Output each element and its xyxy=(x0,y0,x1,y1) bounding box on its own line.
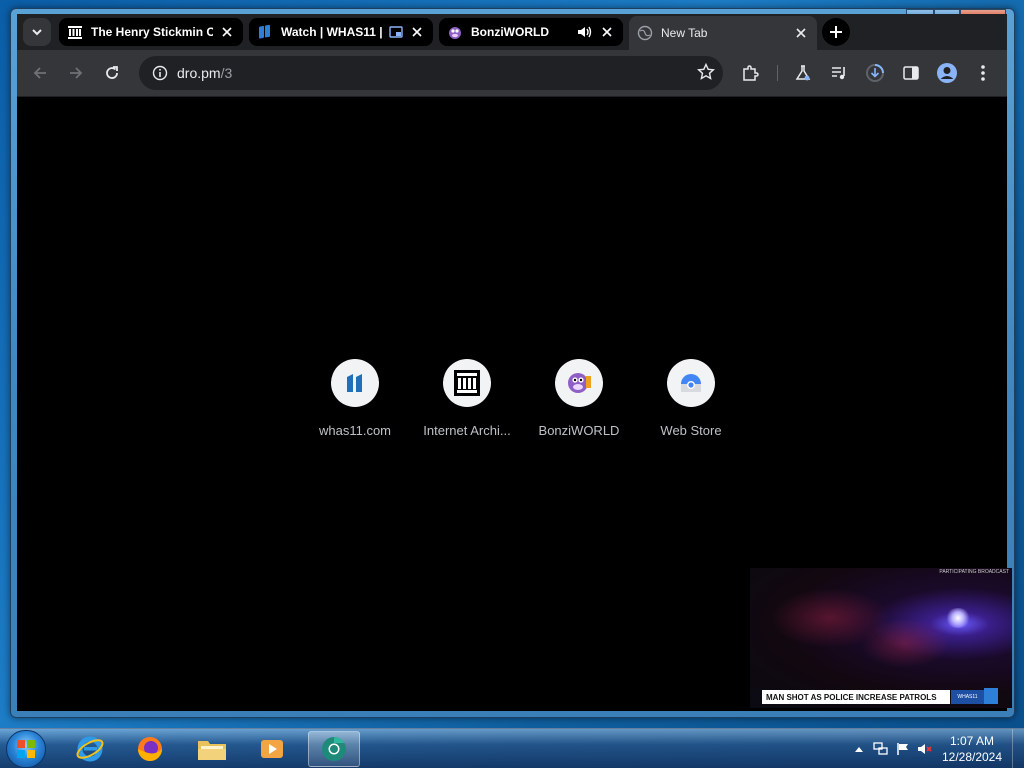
picture-in-picture-icon xyxy=(389,26,403,38)
tab-bonziworld[interactable]: BonziWORLD xyxy=(439,18,623,46)
tab-title: New Tab xyxy=(661,26,708,40)
tab-title: BonziWORLD xyxy=(471,25,549,39)
kebab-menu-icon xyxy=(981,65,985,81)
taskbar-internet-explorer[interactable] xyxy=(64,731,116,767)
taskbar-media-player[interactable] xyxy=(246,731,298,767)
audio-playing-icon[interactable] xyxy=(577,25,593,39)
plus-icon xyxy=(830,26,842,38)
globe-icon xyxy=(637,25,653,41)
extensions-button[interactable] xyxy=(736,59,764,87)
downloads-button[interactable] xyxy=(861,59,889,87)
network-icon[interactable] xyxy=(870,739,892,759)
download-progress-icon xyxy=(866,64,884,82)
action-center-flag-icon[interactable] xyxy=(892,739,914,759)
bonzi-icon xyxy=(447,24,463,40)
show-hidden-icons-icon[interactable] xyxy=(848,739,870,759)
shortcut-label: BonziWORLD xyxy=(538,423,620,438)
new-tab-button[interactable] xyxy=(822,18,850,46)
arrow-right-icon xyxy=(70,67,83,79)
pip-corner-text: PARTICIPATING BROADCAST xyxy=(939,569,1009,575)
video-frame-detail xyxy=(860,618,950,668)
chrome-menu-button[interactable] xyxy=(969,59,997,87)
side-panel-button[interactable] xyxy=(897,59,925,87)
tab-strip: The Henry Stickmin C Watch | WHAS11 | L … xyxy=(17,14,1007,50)
shortcut-label: Internet Archi... xyxy=(423,423,511,438)
whas11-icon xyxy=(331,359,379,407)
close-tab-icon[interactable] xyxy=(409,24,425,40)
archive-columns-icon xyxy=(67,24,83,40)
close-tab-icon[interactable] xyxy=(793,25,809,41)
url-text: dro.pm/3 xyxy=(177,65,232,81)
url-host: dro.pm xyxy=(177,65,221,81)
clock-time: 1:07 AM xyxy=(949,734,995,748)
tab-henry-stickmin[interactable]: The Henry Stickmin C xyxy=(59,18,243,46)
puzzle-icon xyxy=(743,65,759,81)
tab-title: Watch | WHAS11 | L xyxy=(281,25,385,39)
url-path: /3 xyxy=(220,65,233,81)
tab-title: The Henry Stickmin C xyxy=(91,25,213,39)
news-ticker-headline: MAN SHOT AS POLICE INCREASE PATROLS xyxy=(762,690,950,704)
web-store-icon xyxy=(667,359,715,407)
clock[interactable]: 1:07 AM 12/28/2024 xyxy=(936,733,1008,765)
avatar-icon xyxy=(937,63,957,83)
chrome-icon xyxy=(322,737,346,761)
folder-icon xyxy=(198,741,226,760)
taskbar-file-explorer[interactable] xyxy=(186,731,238,767)
bonzi-icon xyxy=(555,359,603,407)
browser-toolbar: dro.pm/3 xyxy=(17,50,1007,96)
arrow-left-icon xyxy=(33,67,46,79)
police-light-glow xyxy=(945,608,971,628)
close-tab-icon[interactable] xyxy=(599,24,615,40)
system-tray: 1:07 AM 12/28/2024 xyxy=(848,729,1024,768)
shortcut-tiles: whas11.com Internet Archi... BonziWORLD … xyxy=(299,359,747,438)
back-button[interactable] xyxy=(26,59,54,87)
media-player-icon xyxy=(261,740,283,758)
picture-in-picture-window[interactable]: PARTICIPATING BROADCAST MAN SHOT AS POLI… xyxy=(750,568,1012,708)
reload-button[interactable] xyxy=(98,59,126,87)
shortcut-whas11[interactable]: whas11.com xyxy=(299,359,411,438)
shortcut-bonziworld[interactable]: BonziWORLD xyxy=(523,359,635,438)
shortcut-label: whas11.com xyxy=(318,423,391,438)
whas11-icon xyxy=(257,24,273,40)
news-brand-logo: WHAS11 xyxy=(951,690,984,704)
forward-button[interactable] xyxy=(62,59,90,87)
internet-explorer-icon xyxy=(76,736,104,762)
start-button[interactable] xyxy=(6,730,46,768)
tab-new-tab[interactable]: New Tab xyxy=(629,16,817,50)
taskbar-chrome[interactable] xyxy=(308,731,360,767)
reload-icon xyxy=(106,66,118,79)
channel-number-badge xyxy=(984,688,998,704)
show-desktop-button[interactable] xyxy=(1012,729,1024,768)
music-queue-icon xyxy=(832,67,845,80)
windows-logo-icon xyxy=(17,740,35,758)
site-info-icon[interactable] xyxy=(143,65,177,81)
flask-icon xyxy=(795,65,811,81)
taskbar-firefox[interactable] xyxy=(124,731,176,767)
media-controls-button[interactable] xyxy=(825,59,853,87)
tab-whas11[interactable]: Watch | WHAS11 | L xyxy=(249,18,433,46)
shortcut-label: Web Store xyxy=(660,423,722,438)
volume-muted-icon[interactable] xyxy=(914,739,936,759)
profile-button[interactable] xyxy=(933,59,961,87)
address-bar[interactable]: dro.pm/3 xyxy=(139,56,723,90)
tab-search-button[interactable] xyxy=(23,18,51,46)
firefox-icon xyxy=(138,737,162,761)
labs-button[interactable] xyxy=(789,59,817,87)
chevron-down-icon xyxy=(32,29,42,36)
toolbar-separator xyxy=(777,65,778,81)
shortcut-web-store[interactable]: Web Store xyxy=(635,359,747,438)
clock-date: 12/28/2024 xyxy=(941,750,1003,764)
side-panel-icon xyxy=(903,66,919,80)
archive-columns-icon xyxy=(443,359,491,407)
bookmark-star-icon[interactable] xyxy=(696,62,716,85)
close-tab-icon[interactable] xyxy=(219,24,235,40)
shortcut-internet-archive[interactable]: Internet Archi... xyxy=(411,359,523,438)
windows-taskbar: 1:07 AM 12/28/2024 xyxy=(0,728,1024,768)
